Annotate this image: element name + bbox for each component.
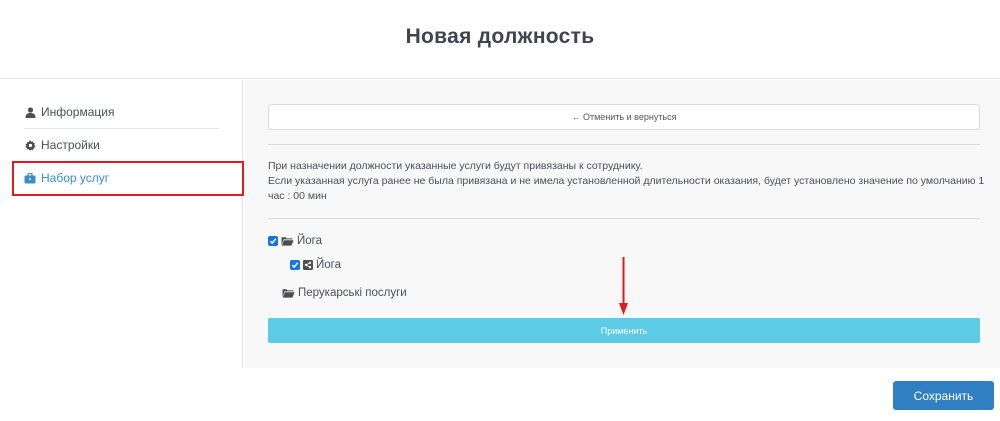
annotation-arrow xyxy=(619,257,628,315)
tree-item-service-yoga: Йога xyxy=(290,259,341,271)
folder-icon xyxy=(282,288,295,298)
user-icon xyxy=(24,106,36,118)
info-line: При назначении должности указанные услуг… xyxy=(268,160,643,172)
sidebar-item-information[interactable]: Информация xyxy=(24,100,114,124)
cancel-and-return-button[interactable]: ← Отменить и вернуться xyxy=(268,104,980,130)
share-square-icon xyxy=(303,260,313,270)
annotation-highlight-box xyxy=(12,161,244,196)
title-bar: Новая должность xyxy=(0,0,1000,79)
info-text: При назначении должности указанные услуг… xyxy=(268,159,988,204)
sidebar-item-label: Информация xyxy=(41,105,115,119)
tree-item-label: Йога xyxy=(316,259,341,271)
folder-icon xyxy=(281,236,294,246)
checkbox-checked[interactable] xyxy=(290,260,300,270)
checkbox-checked[interactable] xyxy=(268,236,278,246)
tree-item-label: Йога xyxy=(297,235,322,247)
tree-item-folder-hairdressing: Перукарські послуги xyxy=(282,287,407,299)
divider xyxy=(268,144,980,145)
sidebar-item-settings[interactable]: Настройки xyxy=(24,133,100,157)
tree-item-folder-yoga: Йога xyxy=(268,235,322,247)
divider xyxy=(268,218,980,219)
sidebar-divider xyxy=(24,128,219,129)
page-title: Новая должность xyxy=(405,25,595,48)
gear-icon xyxy=(24,139,36,151)
tree-item-label: Перукарські послуги xyxy=(298,287,407,299)
info-line: Если указанная услуга ранее не была прив… xyxy=(268,175,985,202)
save-button[interactable]: Сохранить xyxy=(893,381,994,410)
apply-button[interactable]: Применить xyxy=(268,318,980,343)
sidebar-item-label: Настройки xyxy=(41,138,100,152)
